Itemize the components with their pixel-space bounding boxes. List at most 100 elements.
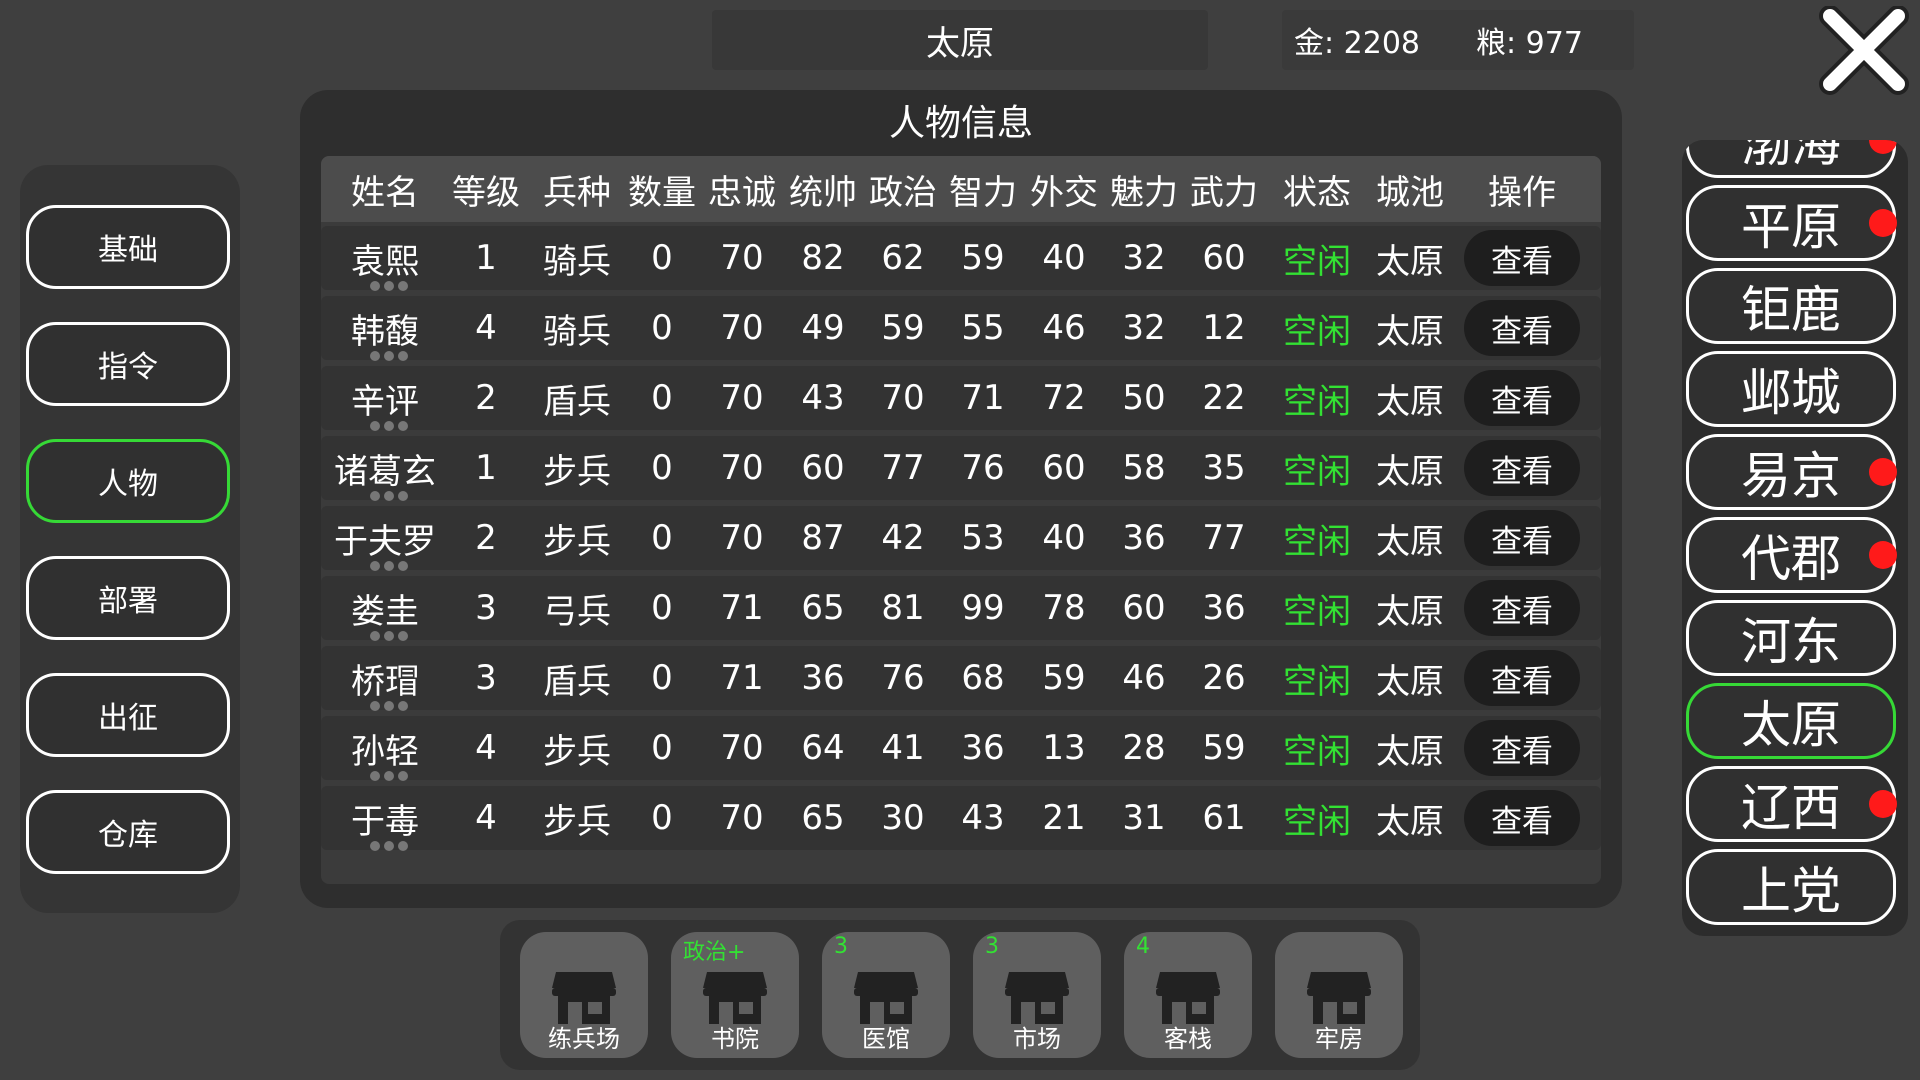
star-dots: [361, 281, 417, 293]
cell-force: 36: [1202, 588, 1246, 628]
col-header-charm: 魅力: [1110, 172, 1178, 213]
col-header-count: 数量: [628, 172, 696, 213]
building-badge: 4: [1136, 934, 1150, 959]
cell-loyalty: 71: [720, 658, 764, 698]
cell-diplomacy: 13: [1042, 728, 1086, 768]
grain-amount: 粮: 977: [1476, 26, 1583, 61]
cell-command: 82: [801, 238, 845, 278]
view-button[interactable]: 查看: [1464, 300, 1580, 356]
menu-deploy-button[interactable]: 部署: [26, 556, 230, 640]
cell-city: 太原: [1376, 731, 1444, 772]
building-button[interactable]: 4 客栈: [1124, 932, 1252, 1058]
cell-loyalty: 70: [720, 728, 764, 768]
city-button[interactable]: 平原: [1686, 185, 1897, 261]
cell-command: 49: [801, 308, 845, 348]
menu-characters-button[interactable]: 人物: [26, 439, 230, 523]
col-header-action: 操作: [1488, 172, 1556, 213]
cell-command: 87: [801, 518, 845, 558]
building-badge: 政治+: [683, 940, 746, 965]
city-button[interactable]: 渤海: [1686, 140, 1897, 178]
col-header-loyalty: 忠诚: [708, 172, 776, 213]
cell-level: 2: [475, 378, 497, 418]
cell-charm: 32: [1122, 238, 1166, 278]
cell-loyalty: 70: [720, 518, 764, 558]
cell-intellect: 55: [961, 308, 1005, 348]
menu-expedition-button[interactable]: 出征: [26, 673, 230, 757]
cell-charm: 58: [1122, 448, 1166, 488]
building-button[interactable]: 3 市场: [973, 932, 1101, 1058]
menu-basic-button[interactable]: 基础: [26, 205, 230, 289]
city-button[interactable]: 太原: [1686, 683, 1896, 759]
building-button[interactable]: 政治+ 书院: [671, 932, 799, 1058]
panel-title: 人物信息: [888, 103, 1033, 144]
cell-force: 77: [1202, 518, 1246, 558]
view-button[interactable]: 查看: [1464, 650, 1580, 706]
table-row: 袁熙 1 骑兵 0 70 82 62 59 40 32 60 空闲 太原 查看: [321, 226, 1601, 293]
city-list[interactable]: 渤海平原 钜鹿 邺城 易京 代郡 河东 太原 辽西 上党: [1682, 140, 1908, 936]
building-label: 牢房: [1315, 1025, 1363, 1053]
cell-count: 0: [651, 238, 673, 278]
cell-charm: 50: [1122, 378, 1166, 418]
cell-politics: 59: [881, 308, 925, 348]
cell-charm: 36: [1122, 518, 1166, 558]
view-button[interactable]: 查看: [1464, 580, 1580, 636]
view-button[interactable]: 查看: [1464, 790, 1580, 846]
cell-command: 43: [801, 378, 845, 418]
cell-count: 0: [651, 658, 673, 698]
building-button[interactable]: 3 医馆: [822, 932, 950, 1058]
menu-warehouse-button[interactable]: 仓库: [26, 790, 230, 874]
table-row: 娄圭 3 弓兵 0 71 65 81 99 78 60 36 空闲 太原 查看: [321, 576, 1601, 641]
view-button[interactable]: 查看: [1464, 720, 1580, 776]
cell-loyalty: 70: [720, 308, 764, 348]
alert-dot-icon: [1869, 209, 1897, 237]
cell-diplomacy: 40: [1042, 238, 1086, 278]
cell-intellect: 68: [961, 658, 1005, 698]
cell-level: 3: [475, 588, 497, 628]
cell-troop: 步兵: [543, 521, 611, 562]
building-label: 练兵场: [548, 1025, 620, 1053]
view-button[interactable]: 查看: [1464, 370, 1580, 426]
view-button[interactable]: 查看: [1464, 510, 1580, 566]
cell-force: 59: [1202, 728, 1246, 768]
cell-force: 26: [1202, 658, 1246, 698]
cell-count: 0: [651, 518, 673, 558]
table-row: 于毒 4 步兵 0 70 65 30 43 21 31 61 空闲 太原 查看: [321, 786, 1601, 853]
city-button[interactable]: 钜鹿: [1686, 268, 1896, 344]
cell-level: 4: [475, 308, 497, 348]
alert-dot-icon: [1869, 541, 1897, 569]
city-button[interactable]: 易京: [1686, 434, 1897, 510]
cell-intellect: 43: [961, 798, 1005, 838]
star-dots: [361, 701, 417, 713]
cell-count: 0: [651, 448, 673, 488]
col-header-diplomacy: 外交: [1030, 172, 1098, 213]
view-button[interactable]: 查看: [1464, 230, 1580, 286]
city-button[interactable]: 邺城: [1686, 351, 1896, 427]
cell-status: 空闲: [1283, 381, 1351, 422]
cell-status: 空闲: [1283, 241, 1351, 282]
city-button[interactable]: 辽西: [1686, 766, 1897, 842]
cell-count: 0: [651, 308, 673, 348]
close-button[interactable]: [1818, 5, 1910, 96]
building-button[interactable]: 练兵场: [520, 932, 648, 1058]
cell-troop: 步兵: [543, 731, 611, 772]
cell-force: 61: [1202, 798, 1246, 838]
building-button[interactable]: 牢房: [1275, 932, 1403, 1058]
city-button[interactable]: 河东: [1686, 600, 1896, 676]
col-header-command: 统帅: [789, 172, 857, 213]
star-dots: [361, 841, 417, 853]
city-button[interactable]: 上党: [1686, 849, 1896, 925]
col-header-troop: 兵种: [543, 172, 611, 213]
view-button[interactable]: 查看: [1464, 440, 1580, 496]
cell-force: 35: [1202, 448, 1246, 488]
cell-intellect: 53: [961, 518, 1005, 558]
cell-city: 太原: [1376, 801, 1444, 842]
city-button[interactable]: 代郡: [1686, 517, 1897, 593]
cell-politics: 42: [881, 518, 925, 558]
cell-command: 36: [801, 658, 845, 698]
cell-status: 空闲: [1283, 521, 1351, 562]
menu-command-button[interactable]: 指令: [26, 322, 230, 406]
cell-city: 太原: [1376, 591, 1444, 632]
table-row: 孙轻 4 步兵 0 70 64 41 36 13 28 59 空闲 太原 查看: [321, 716, 1601, 781]
character-table[interactable]: 姓名 等级 兵种 数量 忠诚 统帅 政治 智力 外交 魅力 武力 状态 城池 操作 袁熙 1 骑兵 0 70 82 6…: [321, 156, 1601, 884]
cell-loyalty: 70: [720, 238, 764, 278]
